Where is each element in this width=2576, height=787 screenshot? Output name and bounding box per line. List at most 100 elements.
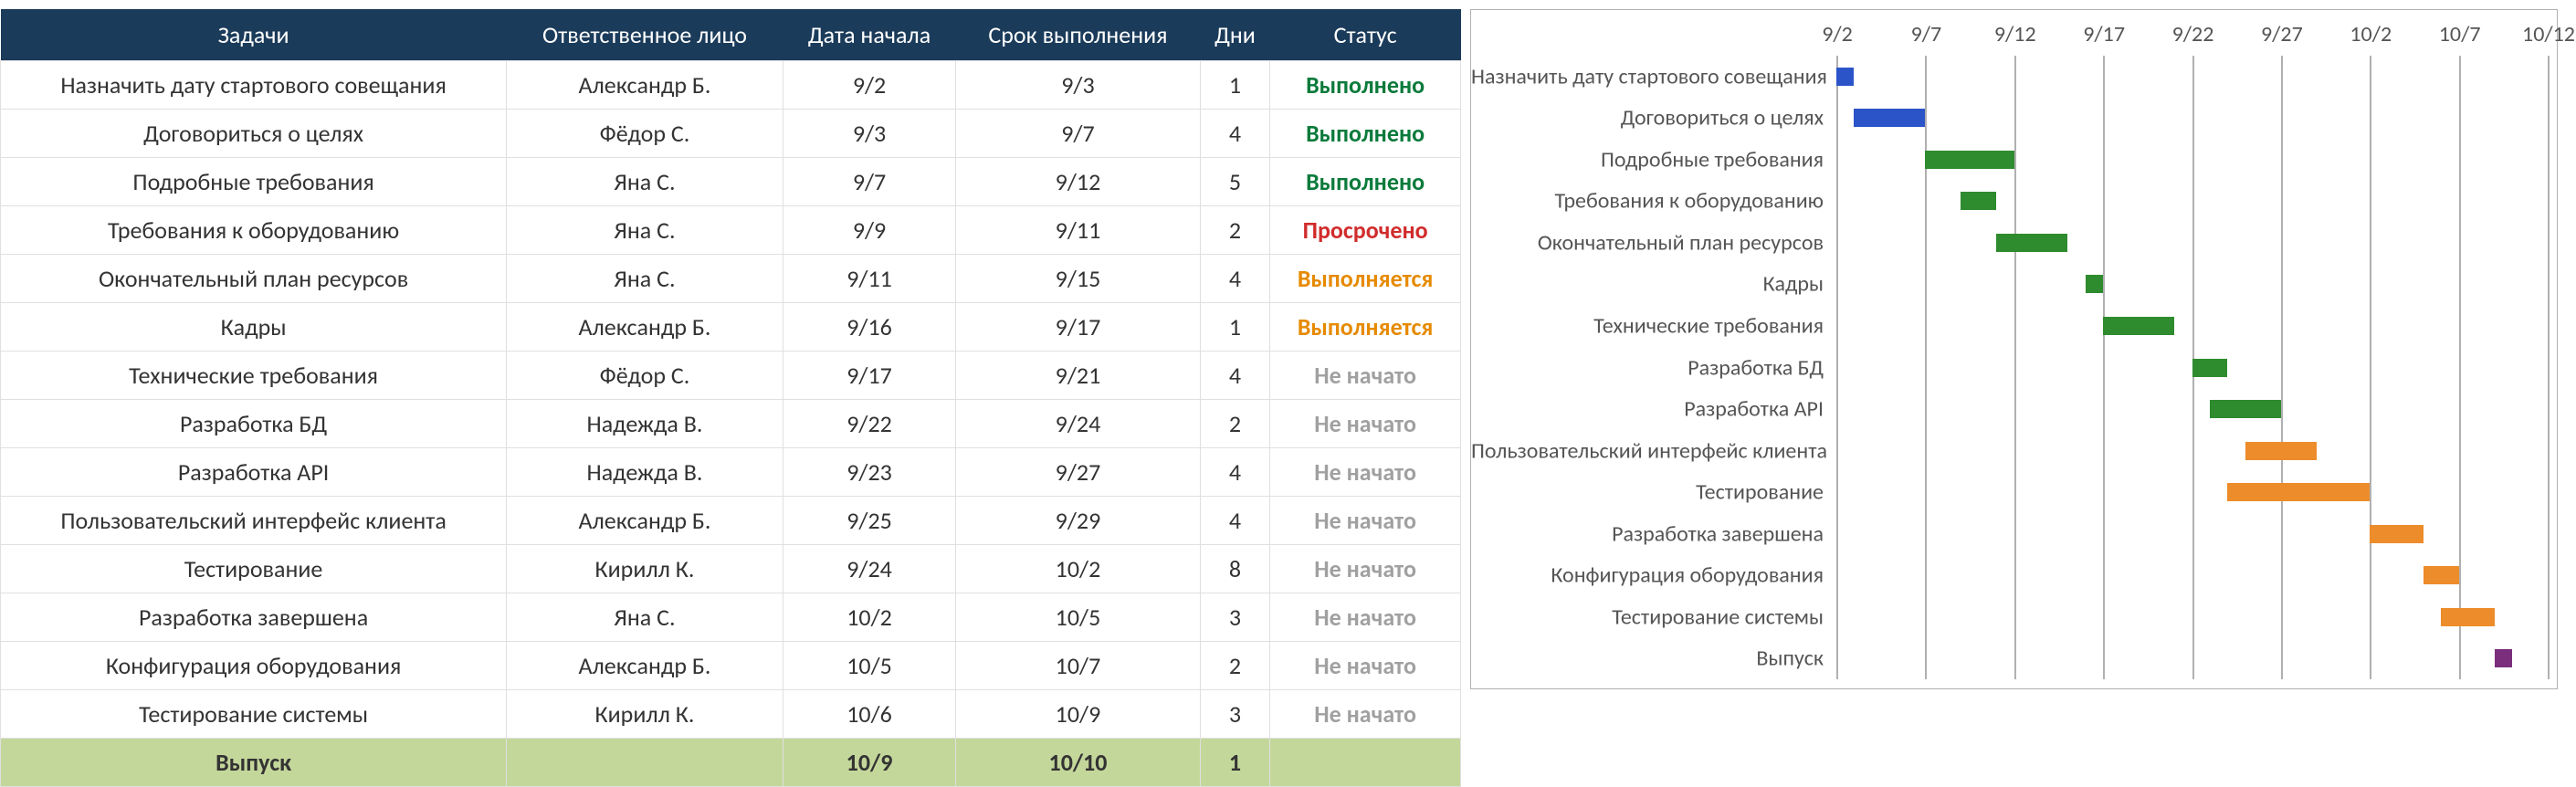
gantt-chart-area: Назначить дату стартового совещанияДогов… xyxy=(1461,0,2576,698)
cell-start: 9/2 xyxy=(783,61,955,110)
cell-who xyxy=(507,739,783,787)
gantt-bar xyxy=(1925,151,2013,169)
cell-status: Не начато xyxy=(1270,352,1461,400)
cell-task: Кадры xyxy=(1,303,507,352)
cell-end: 10/7 xyxy=(956,642,1200,690)
cell-status: Не начато xyxy=(1270,448,1461,497)
cell-end: 9/7 xyxy=(956,110,1200,158)
gantt-bar xyxy=(1961,192,1996,210)
cell-task: Разработка завершена xyxy=(1,593,507,642)
cell-end: 9/24 xyxy=(956,400,1200,448)
cell-days: 3 xyxy=(1200,593,1270,642)
cell-days: 2 xyxy=(1200,400,1270,448)
cell-task: Подробные требования xyxy=(1,158,507,206)
cell-start: 9/24 xyxy=(783,545,955,593)
cell-end: 10/10 xyxy=(956,739,1200,787)
cell-who: Фёдор С. xyxy=(507,110,783,158)
gridline xyxy=(1836,56,1838,679)
gantt-bar xyxy=(2103,317,2174,335)
x-tick-label: 9/12 xyxy=(1994,21,2036,47)
cell-status: Просрочено xyxy=(1270,206,1461,255)
cell-who: Надежда В. xyxy=(507,400,783,448)
table-row: Требования к оборудованиюЯна С.9/99/112П… xyxy=(1,206,1461,255)
gantt-bar xyxy=(2192,359,2228,377)
cell-days: 4 xyxy=(1200,110,1270,158)
cell-task: Технические требования xyxy=(1,352,507,400)
cell-status: Выполнено xyxy=(1270,61,1461,110)
table-row: ТестированиеКирилл К.9/2410/28Не начато xyxy=(1,545,1461,593)
cell-days: 1 xyxy=(1200,303,1270,352)
cell-who: Яна С. xyxy=(507,206,783,255)
cell-status: Не начато xyxy=(1270,400,1461,448)
cell-task: Разработка API xyxy=(1,448,507,497)
x-tick-label: 9/27 xyxy=(2261,21,2303,47)
gantt-bar xyxy=(2245,442,2317,460)
cell-start: 9/23 xyxy=(783,448,955,497)
col-header: Задачи xyxy=(1,9,507,61)
x-tick-label: 9/17 xyxy=(2083,21,2125,47)
gantt-row-label: Разработка завершена xyxy=(1471,520,1836,547)
cell-end: 9/15 xyxy=(956,255,1200,303)
gantt-row-label: Технические требования xyxy=(1471,312,1836,339)
gantt-bar xyxy=(1836,68,1854,86)
gantt-row-label: Разработка БД xyxy=(1471,354,1836,381)
cell-end: 9/11 xyxy=(956,206,1200,255)
cell-task: Тестирование xyxy=(1,545,507,593)
cell-who: Кирилл К. xyxy=(507,545,783,593)
cell-task: Договориться о целях xyxy=(1,110,507,158)
cell-days: 4 xyxy=(1200,497,1270,545)
col-header: Статус xyxy=(1270,9,1461,61)
gantt-row-label: Выпуск xyxy=(1471,645,1836,672)
gantt-row-label: Назначить дату стартового совещания xyxy=(1471,63,1836,89)
cell-end: 9/3 xyxy=(956,61,1200,110)
cell-task: Тестирование системы xyxy=(1,690,507,739)
gantt-row-label: Тестирование системы xyxy=(1471,603,1836,630)
cell-who: Александр Б. xyxy=(507,497,783,545)
table-row: Разработка БДНадежда В.9/229/242Не начат… xyxy=(1,400,1461,448)
cell-days: 1 xyxy=(1200,61,1270,110)
cell-status xyxy=(1270,739,1461,787)
task-table: ЗадачиОтветственное лицоДата началаСрок … xyxy=(0,9,1461,787)
cell-start: 10/5 xyxy=(783,642,955,690)
task-table-area: ЗадачиОтветственное лицоДата началаСрок … xyxy=(0,0,1461,698)
cell-days: 8 xyxy=(1200,545,1270,593)
cell-end: 9/29 xyxy=(956,497,1200,545)
x-tick-label: 9/2 xyxy=(1822,21,1853,47)
table-row: Пользовательский интерфейс клиентаАлекса… xyxy=(1,497,1461,545)
col-header: Дата начала xyxy=(783,9,955,61)
cell-status: Не начато xyxy=(1270,593,1461,642)
gantt-row-label: Тестирование xyxy=(1471,479,1836,506)
gantt-bar xyxy=(2227,483,2370,501)
cell-task: Разработка БД xyxy=(1,400,507,448)
cell-end: 10/2 xyxy=(956,545,1200,593)
cell-end: 9/21 xyxy=(956,352,1200,400)
cell-status: Не начато xyxy=(1270,545,1461,593)
col-header: Дни xyxy=(1200,9,1270,61)
table-row: Разработка APIНадежда В.9/239/274Не нача… xyxy=(1,448,1461,497)
cell-start: 10/6 xyxy=(783,690,955,739)
cell-start: 9/22 xyxy=(783,400,955,448)
x-tick-label: 9/7 xyxy=(1911,21,1942,47)
gantt-bar xyxy=(2086,275,2103,293)
gantt-bar xyxy=(2441,608,2494,626)
cell-start: 9/16 xyxy=(783,303,955,352)
x-tick-label: 10/2 xyxy=(2350,21,2392,47)
gridline xyxy=(2459,56,2461,679)
cell-start: 9/9 xyxy=(783,206,955,255)
gantt-bar xyxy=(2424,566,2459,584)
gantt-bar xyxy=(2495,649,2512,667)
cell-who: Надежда В. xyxy=(507,448,783,497)
gantt-bar xyxy=(1854,109,1925,127)
table-row: Окончательный план ресурсовЯна С.9/119/1… xyxy=(1,255,1461,303)
cell-start: 9/25 xyxy=(783,497,955,545)
table-row: Разработка завершенаЯна С.10/210/53Не на… xyxy=(1,593,1461,642)
cell-end: 10/5 xyxy=(956,593,1200,642)
gridline xyxy=(2014,56,2016,679)
cell-days: 5 xyxy=(1200,158,1270,206)
x-tick-label: 10/7 xyxy=(2439,21,2481,47)
cell-start: 9/3 xyxy=(783,110,955,158)
cell-task: Пользовательский интерфейс клиента xyxy=(1,497,507,545)
col-header: Срок выполнения xyxy=(956,9,1200,61)
gridline xyxy=(2548,56,2550,679)
cell-end: 9/17 xyxy=(956,303,1200,352)
